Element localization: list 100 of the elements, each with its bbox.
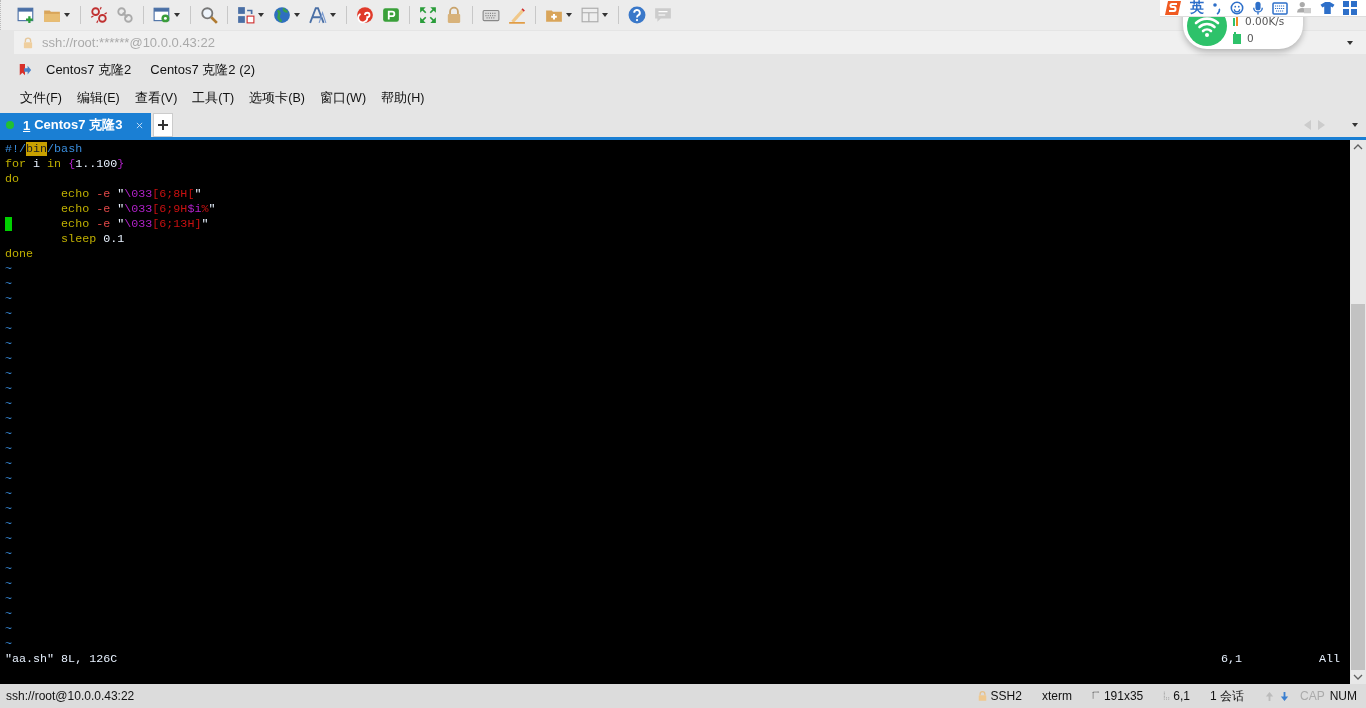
favorite-link[interactable]: Centos7 克隆2 (2) bbox=[150, 61, 256, 79]
empty-line-marker: ~ bbox=[5, 592, 12, 607]
resize-icon bbox=[1091, 691, 1101, 701]
search-icon[interactable] bbox=[200, 6, 218, 24]
favorite-link[interactable]: Centos7 克隆2 bbox=[46, 61, 132, 79]
menu-item[interactable]: 查看(V) bbox=[134, 90, 178, 107]
cursor-icon bbox=[1163, 691, 1171, 701]
shirt-icon[interactable] bbox=[1320, 1, 1335, 15]
empty-line-marker: ~ bbox=[5, 367, 12, 382]
punctuation-icon[interactable] bbox=[1212, 1, 1222, 15]
close-icon[interactable] bbox=[136, 121, 144, 129]
download-arrow-icon bbox=[1279, 690, 1290, 702]
transfer-icon[interactable] bbox=[237, 6, 255, 24]
menu-item[interactable]: 帮助(H) bbox=[381, 90, 425, 107]
broken-link-icon[interactable] bbox=[90, 6, 108, 24]
caret-icon[interactable] bbox=[293, 11, 301, 19]
empty-line-marker: ~ bbox=[5, 547, 12, 562]
globe-icon[interactable] bbox=[273, 6, 291, 24]
empty-line-marker: ~ bbox=[5, 337, 12, 352]
empty-line-marker: ~ bbox=[5, 502, 12, 517]
scrollbar[interactable] bbox=[1350, 140, 1366, 684]
spiral-icon[interactable] bbox=[356, 6, 374, 24]
code-line: #!/bin/bash bbox=[5, 142, 83, 157]
empty-line-marker: ~ bbox=[5, 442, 12, 457]
caret-icon[interactable] bbox=[63, 11, 71, 19]
device-count: 0 bbox=[1247, 31, 1254, 44]
scroll-thumb[interactable] bbox=[1351, 304, 1365, 670]
caret-icon[interactable] bbox=[1346, 38, 1354, 47]
empty-line-marker: ~ bbox=[5, 457, 12, 472]
session-tab[interactable]: 1 Centos7 克隆3 bbox=[0, 113, 152, 137]
empty-line-marker: ~ bbox=[5, 307, 12, 322]
empty-line-marker: ~ bbox=[5, 352, 12, 367]
empty-line-marker: ~ bbox=[5, 532, 12, 547]
empty-line-marker: ~ bbox=[5, 517, 12, 532]
empty-line-marker: ~ bbox=[5, 262, 12, 277]
cursor-position: 6,1 bbox=[1220, 652, 1242, 667]
smiley-icon[interactable] bbox=[1230, 1, 1244, 15]
fullscreen-icon[interactable] bbox=[419, 6, 437, 24]
menu-item[interactable]: 文件(F) bbox=[20, 90, 62, 107]
empty-line-marker: ~ bbox=[5, 427, 12, 442]
package-icon[interactable] bbox=[382, 6, 400, 24]
empty-line-marker: ~ bbox=[5, 577, 12, 592]
caret-icon[interactable] bbox=[1351, 121, 1359, 129]
empty-line-marker: ~ bbox=[5, 487, 12, 502]
empty-line-marker: ~ bbox=[5, 322, 12, 337]
file-info: "aa.sh" 8L, 126C bbox=[5, 652, 118, 667]
empty-line-marker: ~ bbox=[5, 607, 12, 622]
empty-line-marker: ~ bbox=[5, 277, 12, 292]
phone-icon bbox=[1233, 31, 1241, 44]
scroll-down-icon[interactable] bbox=[1353, 674, 1363, 680]
gear-window-icon[interactable] bbox=[153, 6, 171, 24]
tab-title: Centos7 克隆3 bbox=[34, 116, 123, 134]
font-icon[interactable] bbox=[309, 6, 327, 24]
caret-icon[interactable] bbox=[565, 11, 573, 19]
bookmark-icon bbox=[18, 63, 32, 77]
terminal-type: xterm bbox=[1041, 689, 1072, 703]
lock-icon bbox=[976, 690, 988, 702]
code-line: done bbox=[5, 247, 34, 262]
empty-line-marker: ~ bbox=[5, 622, 12, 637]
caret-icon[interactable] bbox=[601, 11, 609, 19]
connection-address: ssh://root@10.0.0.43:22 bbox=[6, 689, 135, 703]
caret-icon[interactable] bbox=[173, 11, 181, 19]
empty-line-marker: ~ bbox=[5, 412, 12, 427]
speed-bars-icon bbox=[1233, 15, 1239, 26]
code-line: echo -e "\033[6;8H[" bbox=[60, 187, 202, 202]
code-line: for i in {1..100} bbox=[5, 157, 125, 172]
code-line: echo -e "\033[6;13H]" bbox=[60, 217, 209, 232]
empty-line-marker: ~ bbox=[5, 562, 12, 577]
menu-item[interactable]: 窗口(W) bbox=[319, 90, 367, 107]
key-indicator: NUM bbox=[1329, 689, 1357, 703]
plus-icon[interactable] bbox=[158, 120, 169, 130]
code-line: echo -e "\033[6;9H$i%" bbox=[60, 202, 216, 217]
empty-line-marker: ~ bbox=[5, 637, 12, 652]
lock-icon bbox=[22, 36, 34, 49]
protocol-label: SSH2 bbox=[990, 689, 1022, 703]
scroll-up-icon[interactable] bbox=[1353, 144, 1363, 150]
scroll-position: All bbox=[1318, 652, 1340, 667]
empty-line-marker: ~ bbox=[5, 382, 12, 397]
code-line: do bbox=[5, 172, 20, 187]
help-icon[interactable] bbox=[628, 6, 646, 24]
empty-line-marker: ~ bbox=[5, 292, 12, 307]
cursor-position: 6,1 bbox=[1173, 689, 1190, 703]
session-count: 1 会话 bbox=[1209, 687, 1244, 705]
grid-icon[interactable] bbox=[1343, 1, 1357, 15]
caret-icon[interactable] bbox=[329, 11, 337, 19]
input-mode-label[interactable]: 英 bbox=[1190, 0, 1204, 17]
new-window-icon[interactable] bbox=[17, 6, 35, 24]
network-speed: 0.00K/s bbox=[1245, 14, 1285, 27]
menu-item[interactable]: 选项卡(B) bbox=[249, 90, 305, 107]
microphone-icon[interactable] bbox=[1252, 0, 1264, 16]
caret-icon[interactable] bbox=[257, 11, 265, 19]
keyboard-icon[interactable] bbox=[1272, 1, 1288, 15]
menu-item[interactable]: 编辑(E) bbox=[76, 90, 120, 107]
upload-arrow-icon bbox=[1264, 690, 1275, 702]
menu-item[interactable]: 工具(T) bbox=[192, 90, 235, 107]
empty-line-marker: ~ bbox=[5, 397, 12, 412]
code-line: sleep 0.1 bbox=[60, 232, 125, 247]
tab-number: 1 bbox=[23, 117, 31, 133]
empty-line-marker: ~ bbox=[5, 472, 12, 487]
terminal-size: 191x35 bbox=[1103, 689, 1144, 703]
